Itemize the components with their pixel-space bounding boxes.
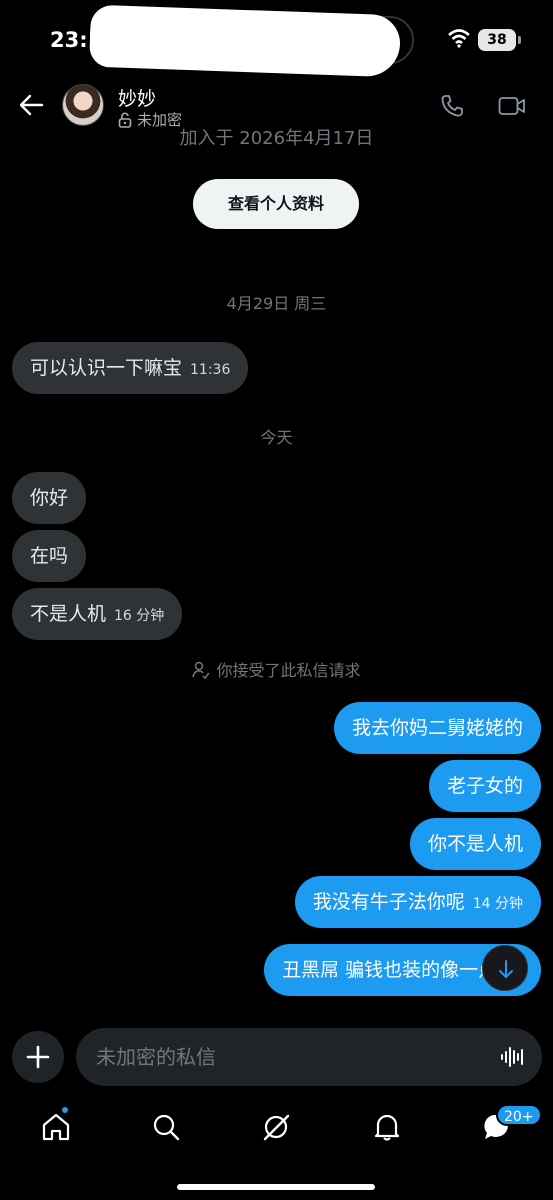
message-composer (76, 1028, 542, 1086)
outgoing-message[interactable]: 你不是人机 (409, 818, 541, 870)
outgoing-message[interactable]: 老子女的 (428, 760, 541, 812)
video-call-icon[interactable] (498, 94, 526, 118)
view-profile-button[interactable]: 查看个人资料 (193, 179, 359, 229)
accepted-text: 你接受了此私信请求 (216, 661, 361, 680)
message-text: 我没有牛子法你呢 (312, 891, 465, 913)
message-text: 你好 (30, 487, 69, 509)
home-indicator (177, 1184, 375, 1190)
arrow-down-icon (499, 960, 513, 978)
message-time: 16 分钟 (114, 608, 165, 624)
message-input[interactable] (96, 1028, 496, 1086)
redaction-scribble (89, 4, 401, 78)
search-icon[interactable] (151, 1112, 181, 1142)
message-text: 在吗 (30, 545, 69, 567)
incoming-message[interactable]: 不是人机 16 分钟 (12, 588, 183, 640)
message-text: 老子女的 (446, 775, 523, 797)
message-time: 11:36 (190, 362, 231, 378)
outgoing-message[interactable]: 我没有牛子法你呢 14 分钟 (294, 876, 541, 928)
bottom-tab-bar (0, 1100, 553, 1160)
wifi-icon (448, 29, 470, 48)
request-accepted-notice: 你接受了此私信请求 (0, 657, 553, 681)
contact-name[interactable]: 妙妙 (118, 84, 156, 111)
scroll-to-bottom-button[interactable] (482, 945, 528, 991)
outgoing-message[interactable]: 我去你妈二舅姥姥的 (333, 702, 541, 754)
message-text: 可以认识一下嘛宝 (30, 357, 183, 379)
status-bar: 23:11 463m 38 (0, 0, 553, 80)
add-attachment-button[interactable] (12, 1031, 64, 1083)
message-time: 14 分钟 (472, 896, 523, 912)
date-separator: 今天 (260, 428, 293, 447)
home-notification-dot (61, 1106, 69, 1114)
date-separator: 4月29日 周三 (226, 294, 327, 313)
message-text: 不是人机 (30, 603, 107, 625)
grok-icon[interactable] (261, 1112, 291, 1142)
plus-icon (26, 1045, 50, 1069)
message-text: 你不是人机 (427, 833, 523, 855)
battery-indicator: 38 (478, 29, 521, 51)
phone-call-icon[interactable] (440, 94, 464, 118)
messages-count-badge: 20+ (496, 1104, 542, 1126)
voice-message-icon[interactable] (500, 1045, 526, 1069)
incoming-message[interactable]: 在吗 (12, 530, 87, 582)
incoming-message[interactable]: 可以认识一下嘛宝 11:36 (12, 342, 249, 394)
message-text: 丑黑屌 骗钱也装的像一点 (282, 959, 498, 981)
notifications-bell-icon[interactable] (372, 1112, 402, 1142)
contact-avatar[interactable] (62, 84, 104, 126)
message-text: 我去你妈二舅姥姥的 (351, 717, 523, 739)
back-arrow-icon[interactable] (18, 92, 44, 118)
incoming-message[interactable]: 你好 (12, 472, 87, 524)
home-icon[interactable] (41, 1112, 71, 1142)
person-check-icon (192, 661, 211, 680)
joined-date: 加入于 2026年4月17日 (179, 128, 374, 149)
